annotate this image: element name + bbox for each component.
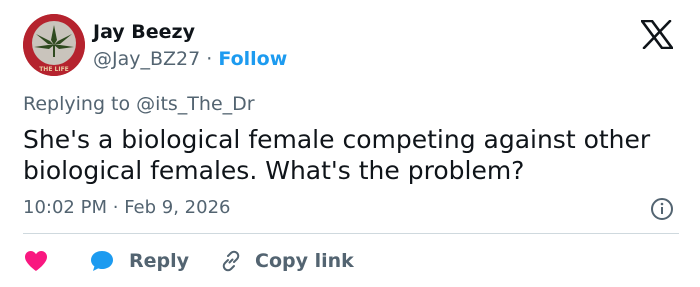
- x-logo-icon[interactable]: [641, 20, 673, 49]
- reply-button[interactable]: Reply: [89, 249, 189, 273]
- tweet-date: Feb 9, 2026: [124, 197, 231, 218]
- info-icon[interactable]: [650, 197, 674, 221]
- handle-separator: ·: [206, 48, 213, 70]
- tweet-timestamp[interactable]: 10:02 PM · Feb 9, 2026: [23, 197, 230, 218]
- handle-row: @Jay_BZ27 · Follow: [93, 48, 287, 70]
- author-name[interactable]: Jay Beezy: [93, 21, 195, 43]
- reply-bubble-icon: [91, 251, 113, 271]
- reply-context: Replying to @its_The_Dr: [23, 93, 255, 115]
- reply-label: Reply: [129, 250, 190, 272]
- avatar[interactable]: THE LIFE: [23, 14, 85, 76]
- action-bar: Reply Copy link: [23, 246, 354, 276]
- avatar-image: THE LIFE: [23, 14, 85, 76]
- author-handle[interactable]: @Jay_BZ27: [93, 48, 200, 70]
- reply-prefix: Replying to: [23, 93, 131, 115]
- tweet-time: 10:02 PM: [23, 197, 107, 218]
- copy-link-button[interactable]: Copy link: [219, 249, 354, 273]
- copy-link-label: Copy link: [255, 250, 354, 272]
- link-icon: [222, 250, 240, 272]
- follow-button[interactable]: Follow: [218, 48, 287, 70]
- divider: [23, 233, 679, 234]
- reply-mention[interactable]: @its_The_Dr: [136, 93, 254, 115]
- avatar-caption: THE LIFE: [39, 66, 69, 73]
- heart-icon[interactable]: [23, 249, 49, 273]
- tweet-text: She's a biological female competing agai…: [23, 125, 651, 185]
- timestamp-separator: ·: [112, 197, 119, 218]
